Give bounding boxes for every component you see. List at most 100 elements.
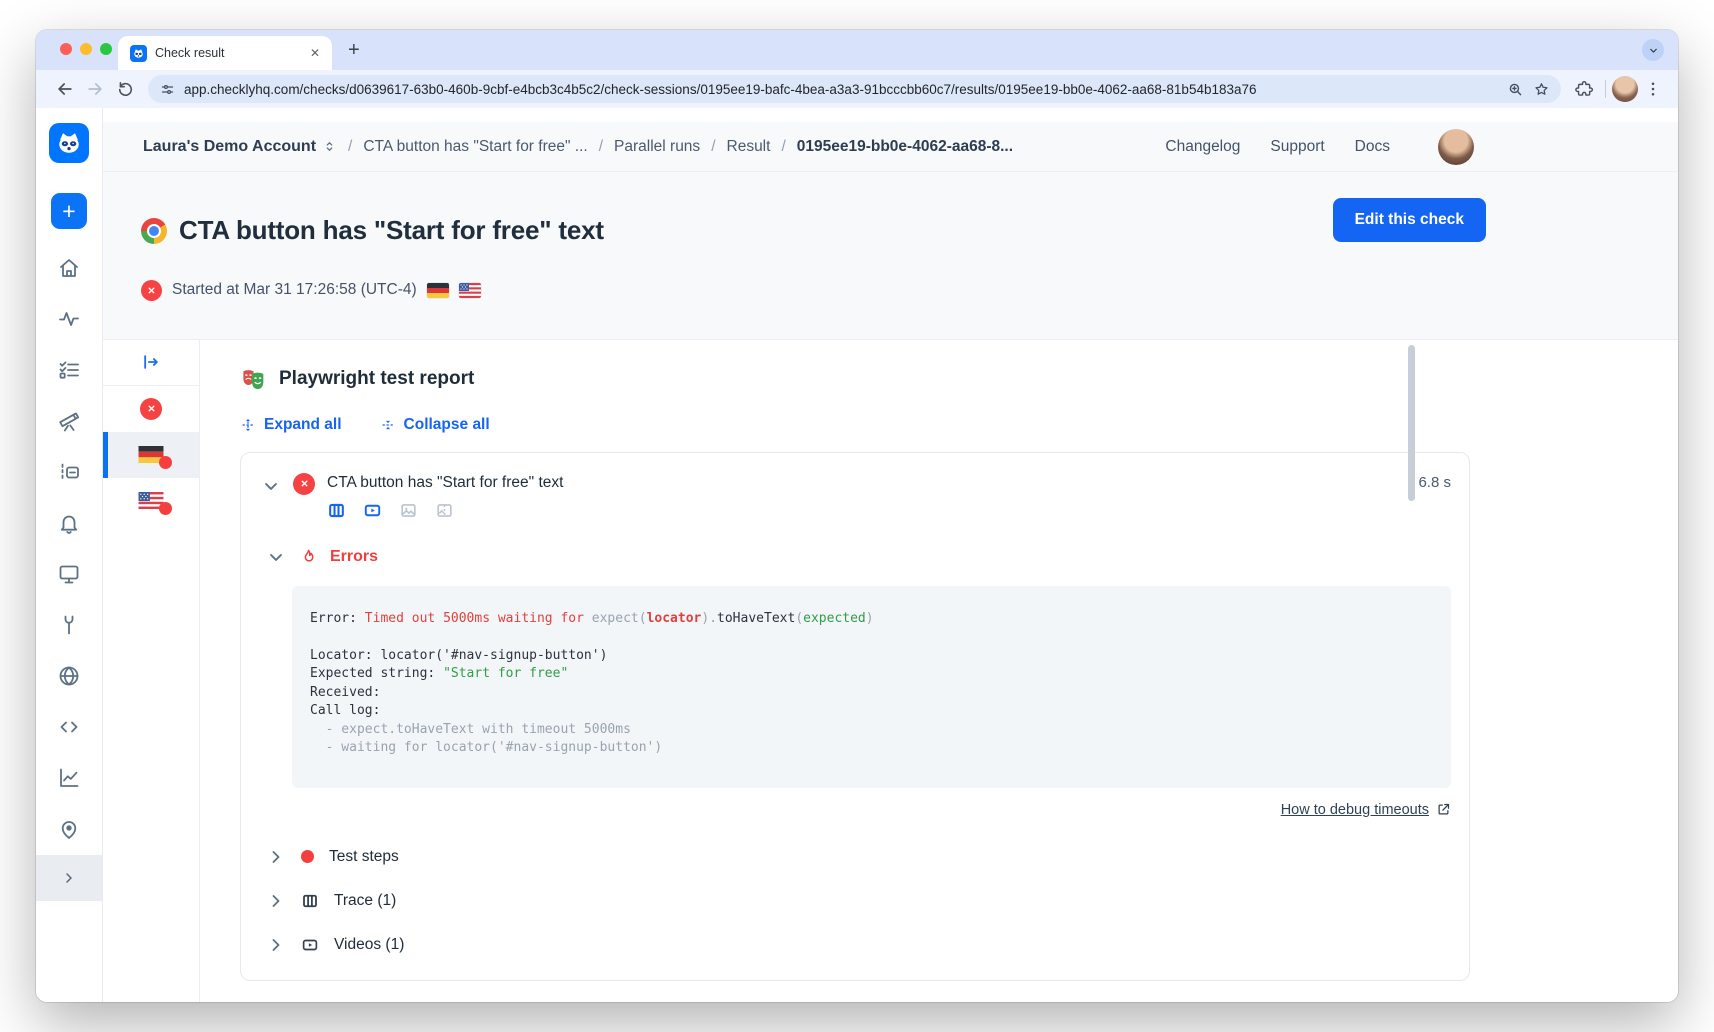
browser-tab[interactable]: Check result ✕ [118,36,332,70]
docs-link[interactable]: Docs [1355,138,1390,156]
extensions-icon[interactable] [1569,74,1599,104]
new-tab-button[interactable]: + [348,40,360,60]
playwright-report-pane: Playwright test report Expand all Collap… [200,340,1512,1002]
chevron-right-icon[interactable] [266,891,286,911]
failed-step-dot-icon [301,850,314,863]
close-tab-icon[interactable]: ✕ [308,46,322,60]
sidebar-item-locations[interactable] [57,817,81,841]
back-button[interactable] [50,74,80,104]
sidebar-item-alerts[interactable] [57,511,81,535]
run-selector-sidebar [103,340,200,1002]
started-at-text: Started at Mar 31 17:26:58 (UTC-4) [172,281,417,299]
edit-check-button[interactable]: Edit this check [1333,198,1486,242]
trace-section[interactable]: Trace (1) [257,888,1451,914]
zoom-page-icon[interactable] [1507,81,1524,98]
account-switcher[interactable]: Laura's Demo Account [143,138,337,156]
create-new-button[interactable]: + [51,193,87,229]
collapse-all-label: Collapse all [404,416,490,434]
location-tab-usa[interactable] [103,478,199,524]
window-controls [60,43,112,55]
tab-search-button[interactable] [1642,39,1664,61]
chrome-browser-icon [141,218,167,244]
failed-status-icon [140,398,162,420]
page-top-spacer [103,108,1678,122]
sidebar-item-snippets[interactable] [57,715,81,739]
support-link[interactable]: Support [1270,138,1324,156]
browser-toolbar: app.checklyhq.com/checks/d0639617-63b0-4… [36,70,1678,108]
artifact-icons [327,501,1406,520]
changelog-link[interactable]: Changelog [1165,138,1240,156]
expand-panel-button[interactable] [103,340,199,386]
browser-profile-avatar[interactable] [1612,76,1638,102]
call-log-entry: - expect.toHaveText with timeout 5000ms [310,721,1431,740]
sidebar-item-monitoring[interactable] [57,307,81,331]
vertical-scrollbar-thumb[interactable] [1408,345,1415,501]
collapse-all-button[interactable]: Collapse all [380,416,490,434]
result-content: Playwright test report Expand all Collap… [103,340,1678,1002]
call-log-line: Call log: [310,702,1431,721]
bookmark-star-icon[interactable] [1533,81,1550,98]
errors-section-header[interactable]: Errors [257,547,1451,567]
minimize-window-button[interactable] [80,43,92,55]
breadcrumb-parallel-runs[interactable]: Parallel runs [614,138,700,156]
test-title: CTA button has "Start for free" text [327,474,1406,492]
url-text[interactable]: app.checklyhq.com/checks/d0639617-63b0-4… [184,82,1498,97]
usa-flag-icon [459,283,481,298]
video-artifact-icon[interactable] [363,501,382,520]
sidebar-item-home[interactable] [57,256,81,280]
sidebar-item-private-locations[interactable] [57,664,81,688]
sidebar-item-runbooks[interactable] [57,460,81,484]
screenshot-stage: Check result ✕ + app.checkl [0,0,1714,1032]
selected-indicator [103,432,108,478]
test-steps-label: Test steps [329,848,399,866]
videos-section[interactable]: Videos (1) [257,932,1451,958]
breadcrumb-result[interactable]: Result [727,138,771,156]
sidebar-item-maintenance[interactable] [57,613,81,637]
browser-menu-icon[interactable] [1638,74,1668,104]
expected-line: Expected string: "Start for free" [310,665,1431,684]
sidebar-item-explore[interactable] [57,409,81,433]
expand-all-button[interactable]: Expand all [240,416,342,434]
topnav-links: Changelog Support Docs [1165,138,1390,156]
url-bar[interactable]: app.checklyhq.com/checks/d0639617-63b0-4… [148,75,1561,103]
sidebar-item-checks[interactable] [57,358,81,382]
checkly-app: + [36,108,1678,1002]
trace-artifact-icon[interactable] [327,501,346,520]
user-avatar[interactable] [1438,129,1474,165]
zoom-window-button[interactable] [100,43,112,55]
close-window-button[interactable] [60,43,72,55]
sidebar-item-analytics[interactable] [57,766,81,790]
chevron-down-icon[interactable] [261,476,281,496]
sidebar-item-dashboards[interactable] [57,562,81,586]
chevron-right-icon[interactable] [266,847,286,867]
video-icon [301,936,319,954]
breadcrumb-result-id: 0195ee19-bb0e-4062-aa68-8... [797,138,1013,156]
debug-timeouts-label: How to debug timeouts [1281,802,1429,818]
blank-line [310,628,1431,647]
breadcrumb: Laura's Demo Account / CTA button has "S… [103,122,1678,172]
debug-timeouts-link[interactable]: How to debug timeouts [1281,802,1451,818]
failure-dot-badge [159,502,172,515]
forward-button[interactable] [80,74,110,104]
tab-title: Check result [155,46,300,60]
site-settings-icon[interactable] [160,82,175,97]
error-line: Error: Timed out 5000ms waiting for expe… [310,610,1431,629]
breadcrumb-check[interactable]: CTA button has "Start for free" ... [363,138,587,156]
location-tab-germany[interactable] [103,432,199,478]
sidebar-collapse-button[interactable] [36,855,102,901]
chevron-down-icon[interactable] [266,547,286,567]
report-controls: Expand all Collapse all [240,416,1470,434]
chevron-right-icon[interactable] [266,935,286,955]
failed-status-icon [293,473,315,495]
breadcrumb-separator: / [599,138,603,156]
failed-status-icon [141,280,162,301]
app-main: Laura's Demo Account / CTA button has "S… [103,108,1678,1002]
checkly-logo[interactable] [49,123,89,163]
error-output-block: Error: Timed out 5000ms waiting for expe… [292,586,1451,788]
reload-button[interactable] [110,74,140,104]
trace-icon [301,892,319,910]
chevron-updown-icon [322,139,337,154]
failed-run-summary-icon[interactable] [103,386,199,432]
test-steps-section[interactable]: Test steps [257,844,1451,870]
breadcrumb-separator: / [348,138,352,156]
